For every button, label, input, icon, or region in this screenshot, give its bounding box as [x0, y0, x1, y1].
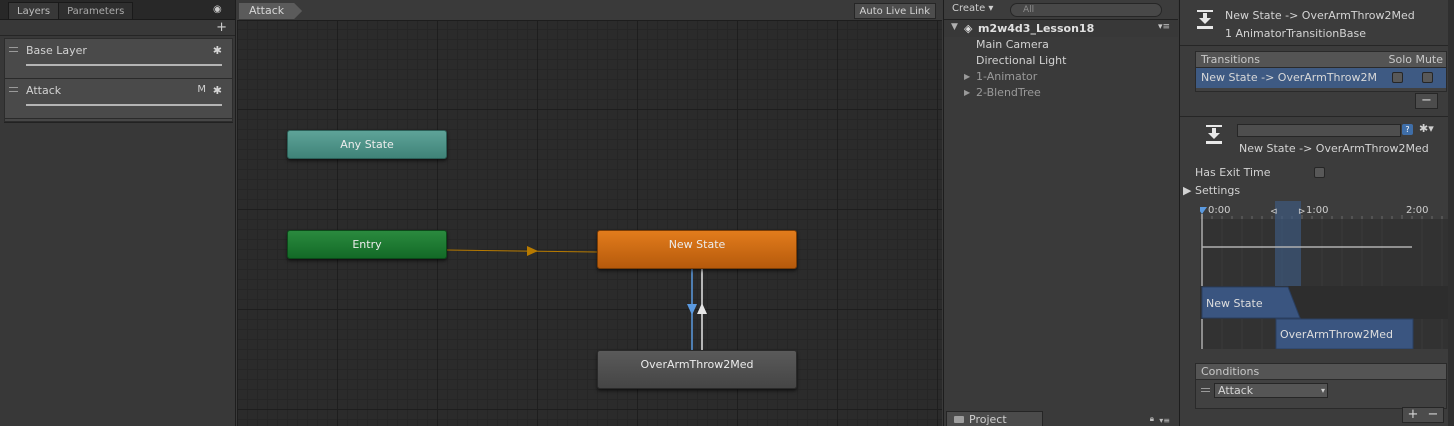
hierarchy-item-animator[interactable]: ▶ 1-Animator [944, 69, 1178, 85]
transition-name-input[interactable] [1237, 124, 1401, 137]
mute-checkbox[interactable] [1422, 72, 1433, 83]
any-state-node[interactable]: Any State [287, 130, 447, 159]
fold-arrow-icon[interactable]: ▶ [964, 85, 970, 101]
folder-icon [954, 416, 964, 423]
remove-condition-button[interactable]: − [1428, 408, 1439, 422]
entry-node[interactable]: Entry [287, 230, 447, 259]
inspector-title: New State -> OverArmThrow2Med [1225, 9, 1415, 22]
settings-label: Settings [1194, 184, 1241, 197]
transitions-title: Transitions [1201, 53, 1260, 66]
remove-transition-button[interactable]: − [1415, 93, 1438, 109]
auto-live-link-button[interactable]: Auto Live Link [853, 3, 936, 19]
mask-flag: M [197, 84, 206, 95]
scene-name: m2w4d3_Lesson18 [978, 22, 1095, 35]
hierarchy-item-directional-light[interactable]: Directional Light [944, 53, 1178, 69]
transitions-list: Transitions Solo Mute New State -> OverA… [1195, 51, 1447, 92]
layers-panel: Layers Parameters ◉ + Base Layer ✱ Attac… [0, 0, 236, 426]
condition-parameter-select[interactable]: Attack ▾ [1214, 383, 1328, 398]
hierarchy-toolbar: Create ▾ ⚲ All [944, 0, 1178, 20]
mute-label: Mute [1415, 53, 1443, 66]
hierarchy-item-main-camera[interactable]: Main Camera [944, 37, 1178, 53]
divider [4, 122, 233, 123]
breadcrumb[interactable]: Attack [239, 3, 302, 19]
project-tab-label: Project [969, 413, 1007, 426]
condition-parameter-value: Attack [1218, 384, 1254, 397]
scene-row[interactable]: ▼ ◈ m2w4d3_Lesson18 ▾≡ [944, 20, 1178, 37]
conditions-header: Conditions [1196, 364, 1446, 380]
lock-icon[interactable]: 🔒︎ [1150, 414, 1154, 424]
transition-detail-header: ? ✱▾ New State -> OverArmThrow2Med [1180, 117, 1454, 161]
expand-arrow-icon[interactable]: ▼ [951, 22, 958, 32]
item-label: Directional Light [976, 54, 1067, 67]
layer-item-base[interactable]: Base Layer ✱ [5, 39, 232, 79]
item-label: 1-Animator [976, 70, 1038, 83]
layer-name: Base Layer [26, 44, 87, 57]
settings-foldout[interactable]: ▶ Settings [1183, 184, 1240, 197]
hierarchy-search-input[interactable]: All [1010, 3, 1162, 17]
chevron-down-icon: ▾ [1320, 386, 1325, 395]
transition-row-label: New State -> OverArmThrow2M [1201, 71, 1377, 84]
condition-row[interactable]: Attack ▾ [1196, 380, 1446, 402]
create-dropdown[interactable]: Create ▾ [952, 3, 993, 14]
dest-clip-label: OverArmThrow2Med [1280, 328, 1393, 341]
transitions-header: Transitions Solo Mute [1196, 52, 1446, 68]
transition-timeline[interactable]: 0:00 1:00 2:00 ⊲ ⊳ New State OverArmThro… [1200, 201, 1448, 349]
layer-name: Attack [26, 84, 62, 97]
unity-scene-icon: ◈ [964, 22, 973, 35]
condition-buttons: + − [1402, 407, 1444, 423]
drag-handle-icon[interactable] [9, 87, 18, 92]
has-exit-time-checkbox[interactable] [1314, 167, 1325, 178]
transition-icon [1197, 10, 1213, 29]
graph-header: Attack Auto Live Link [237, 0, 942, 21]
tab-parameters[interactable]: Parameters [58, 2, 134, 19]
tick-2: 2:00 [1406, 205, 1428, 216]
has-exit-time-label: Has Exit Time [1195, 166, 1271, 179]
fold-arrow-icon[interactable]: ▶ [964, 69, 970, 85]
hierarchy-panel: Create ▾ ⚲ All ▼ ◈ m2w4d3_Lesson18 ▾≡ Ma… [943, 0, 1178, 426]
transition-start-marker-icon: ⊲ [1270, 207, 1278, 217]
drag-handle-icon[interactable] [1201, 388, 1210, 392]
layer-list: Base Layer ✱ Attack M ✱ [4, 38, 233, 122]
tick-0: 0:00 [1208, 205, 1230, 216]
transition-end-marker-icon: ⊳ [1298, 207, 1306, 217]
tab-project[interactable]: Project [946, 411, 1043, 426]
tab-menu-icon[interactable]: ▾≡ [1159, 416, 1170, 425]
transition-icon [1206, 125, 1222, 144]
add-layer-row: + [0, 20, 235, 36]
gear-icon[interactable]: ✱ [213, 44, 222, 57]
add-condition-button[interactable]: + [1408, 408, 1419, 422]
add-layer-button[interactable]: + [216, 20, 227, 35]
layers-tabbar: Layers Parameters ◉ [0, 0, 235, 20]
inspector-header: New State -> OverArmThrow2Med 1 Animator… [1180, 0, 1454, 46]
hierarchy-item-blendtree[interactable]: ▶ 2-BlendTree [944, 85, 1178, 101]
layer-item-attack[interactable]: Attack M ✱ [5, 79, 232, 119]
new-state-node[interactable]: New State [597, 230, 797, 269]
drag-handle-icon[interactable] [9, 47, 18, 52]
create-label: Create [952, 3, 986, 14]
item-label: 2-BlendTree [976, 86, 1041, 99]
overarm-state-node[interactable]: OverArmThrow2Med [597, 350, 797, 389]
inspector-subtitle: 1 AnimatorTransitionBase [1225, 27, 1367, 40]
gear-icon[interactable]: ✱▾ [1419, 122, 1434, 135]
eye-icon[interactable]: ◉ [213, 4, 225, 15]
transition-detail-label: New State -> OverArmThrow2Med [1239, 142, 1429, 155]
timeline-graphic: 0:00 1:00 2:00 ⊲ ⊳ New State OverArmThro… [1200, 201, 1448, 349]
layer-weight-bar [26, 64, 222, 66]
item-label: Main Camera [976, 38, 1049, 51]
scene-menu-icon[interactable]: ▾≡ [1158, 22, 1170, 32]
gear-icon[interactable]: ✱ [213, 84, 222, 97]
animator-graph[interactable]: Attack Auto Live Link Any State Entry Ne… [237, 0, 942, 426]
solo-label: Solo [1388, 53, 1413, 66]
graph-grid[interactable] [237, 21, 942, 426]
transition-row[interactable]: New State -> OverArmThrow2M [1196, 68, 1446, 88]
help-icon[interactable]: ? [1402, 124, 1413, 135]
tab-layers[interactable]: Layers [8, 2, 60, 19]
inspector-scrollbar[interactable] [1448, 0, 1454, 426]
inspector-panel: New State -> OverArmThrow2Med 1 Animator… [1179, 0, 1454, 426]
tick-1: 1:00 [1306, 205, 1328, 216]
source-clip-label: New State [1206, 297, 1263, 310]
conditions-list: Conditions Attack ▾ [1195, 363, 1447, 409]
layer-weight-bar [26, 104, 222, 106]
solo-checkbox[interactable] [1392, 72, 1403, 83]
